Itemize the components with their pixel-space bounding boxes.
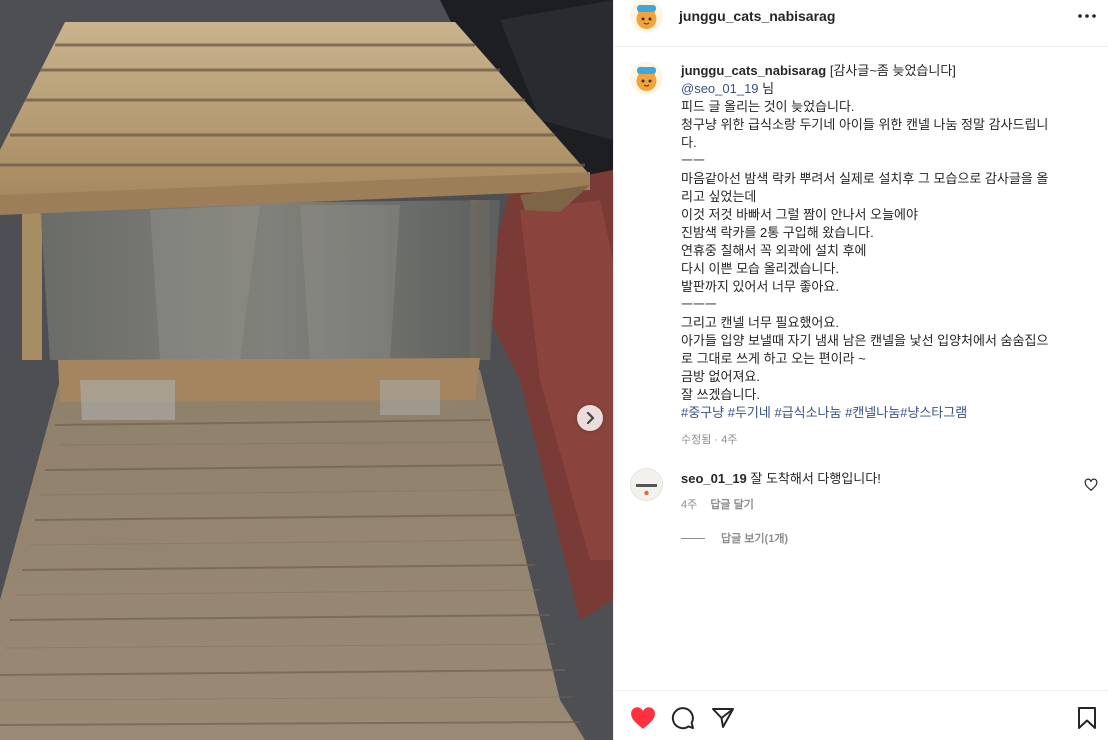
- commenter-username[interactable]: seo_01_19: [681, 471, 747, 486]
- view-replies-label: 답글 보기(1개): [721, 533, 789, 545]
- post-detail-panel: junggu_cats_nabisarag junggu_cats_nabisa…: [613, 0, 1108, 740]
- caption-author-avatar[interactable]: [630, 62, 663, 95]
- mention-suffix: 님: [758, 81, 775, 96]
- reply-button[interactable]: 답글 달기: [710, 499, 754, 511]
- caption-line: ㅡㅡ: [681, 153, 705, 168]
- commenter-avatar[interactable]: [630, 468, 663, 501]
- profile-image-icon: [631, 469, 662, 500]
- caption-line: 연휴중 칠해서 꼭 외곽에 설치 후에: [681, 243, 867, 258]
- caption-title: [감사글~좀 늦었습니다]: [829, 63, 956, 78]
- comment-text: seo_01_19 잘 도착해서 다행입니다!: [681, 470, 1071, 488]
- post-author-username[interactable]: junggu_cats_nabisarag: [679, 8, 835, 24]
- paper-plane-icon: [712, 708, 734, 728]
- caption-line: 그리고 캔넬 너무 필요했어요.: [681, 315, 839, 330]
- caption-first-line: junggu_cats_nabisarag [감사글~좀 늦었습니다]: [681, 62, 1096, 80]
- comment-button[interactable]: [670, 705, 696, 731]
- caption-mention-line: @seo_01_19 님: [681, 80, 1096, 98]
- next-image-button[interactable]: [577, 405, 603, 431]
- caption-line: 금방 없어져요.: [681, 369, 760, 384]
- caption-line: 진밤색 락카를 2통 구입해 왔습니다.: [681, 225, 874, 240]
- hashtags-link[interactable]: #중구냥 #두기네 #급식소나눔 #캔넬나눔#냥스타그램: [681, 404, 1096, 422]
- caption-line: 로 그대로 쓰게 하고 오는 편이라 ~: [681, 351, 866, 366]
- caption-line: 리고 싶었는데: [681, 189, 757, 204]
- more-horizontal-icon: [1078, 14, 1096, 18]
- save-button[interactable]: [1074, 705, 1100, 731]
- like-comment-button[interactable]: [1084, 478, 1098, 492]
- user-mention-link[interactable]: @seo_01_19: [681, 81, 759, 96]
- caption-line: 피드 글 올리는 것이 늦었습니다.: [681, 99, 855, 114]
- caption-author[interactable]: junggu_cats_nabisarag: [681, 63, 826, 78]
- caption-line: 다시 이쁜 모습 올리겠습니다.: [681, 261, 839, 276]
- comment-meta: 4주 답글 달기: [681, 496, 754, 512]
- post-header: junggu_cats_nabisarag: [614, 0, 1108, 47]
- like-button[interactable]: [630, 705, 656, 731]
- caption-edited-time: 수정됨 · 4주: [681, 434, 738, 446]
- cat-logo-icon: [630, 0, 663, 33]
- heart-outline-icon: [1084, 478, 1098, 491]
- bookmark-icon: [1078, 707, 1096, 729]
- chevron-right-icon: [585, 412, 595, 424]
- caption-line: 마음같아선 밤색 락카 뿌려서 실제로 설치후 그 모습으로 감사글을 올: [681, 171, 1049, 186]
- share-button[interactable]: [710, 705, 736, 731]
- cat-logo-icon: [630, 62, 663, 95]
- comment-bubble-icon: [671, 707, 694, 730]
- author-avatar[interactable]: [630, 0, 663, 33]
- heart-filled-icon: [631, 707, 655, 729]
- caption-line: 잘 쓰겠습니다.: [681, 387, 760, 402]
- caption-line: 아가들 입양 보낼때 자기 냄새 남은 캔넬을 낯선 입양처에서 숨숨집으: [681, 333, 1049, 348]
- caption-line: 다.: [681, 135, 697, 150]
- view-replies-button[interactable]: 답글 보기(1개): [681, 530, 788, 546]
- caption-text: junggu_cats_nabisarag [감사글~좀 늦었습니다] @seo…: [681, 62, 1096, 422]
- replies-divider: [681, 537, 705, 539]
- action-bar: [614, 690, 1108, 740]
- more-options-button[interactable]: [1075, 6, 1099, 26]
- comment-body: 잘 도착해서 다행입니다!: [746, 471, 881, 486]
- post-photo: [0, 0, 613, 740]
- caption-line: 청구냥 위한 급식소랑 두기네 아이들 위한 캔넬 나눔 정말 감사드립니: [681, 117, 1049, 132]
- comment-time: 4주: [681, 499, 698, 511]
- caption-line: 발판까지 있어서 너무 좋아요.: [681, 279, 839, 294]
- photo-scene: [0, 0, 613, 740]
- caption-line: 이것 저것 바빠서 그럴 짬이 안나서 오늘에야: [681, 207, 918, 222]
- caption-line: ㅡㅡㅡ: [681, 297, 717, 312]
